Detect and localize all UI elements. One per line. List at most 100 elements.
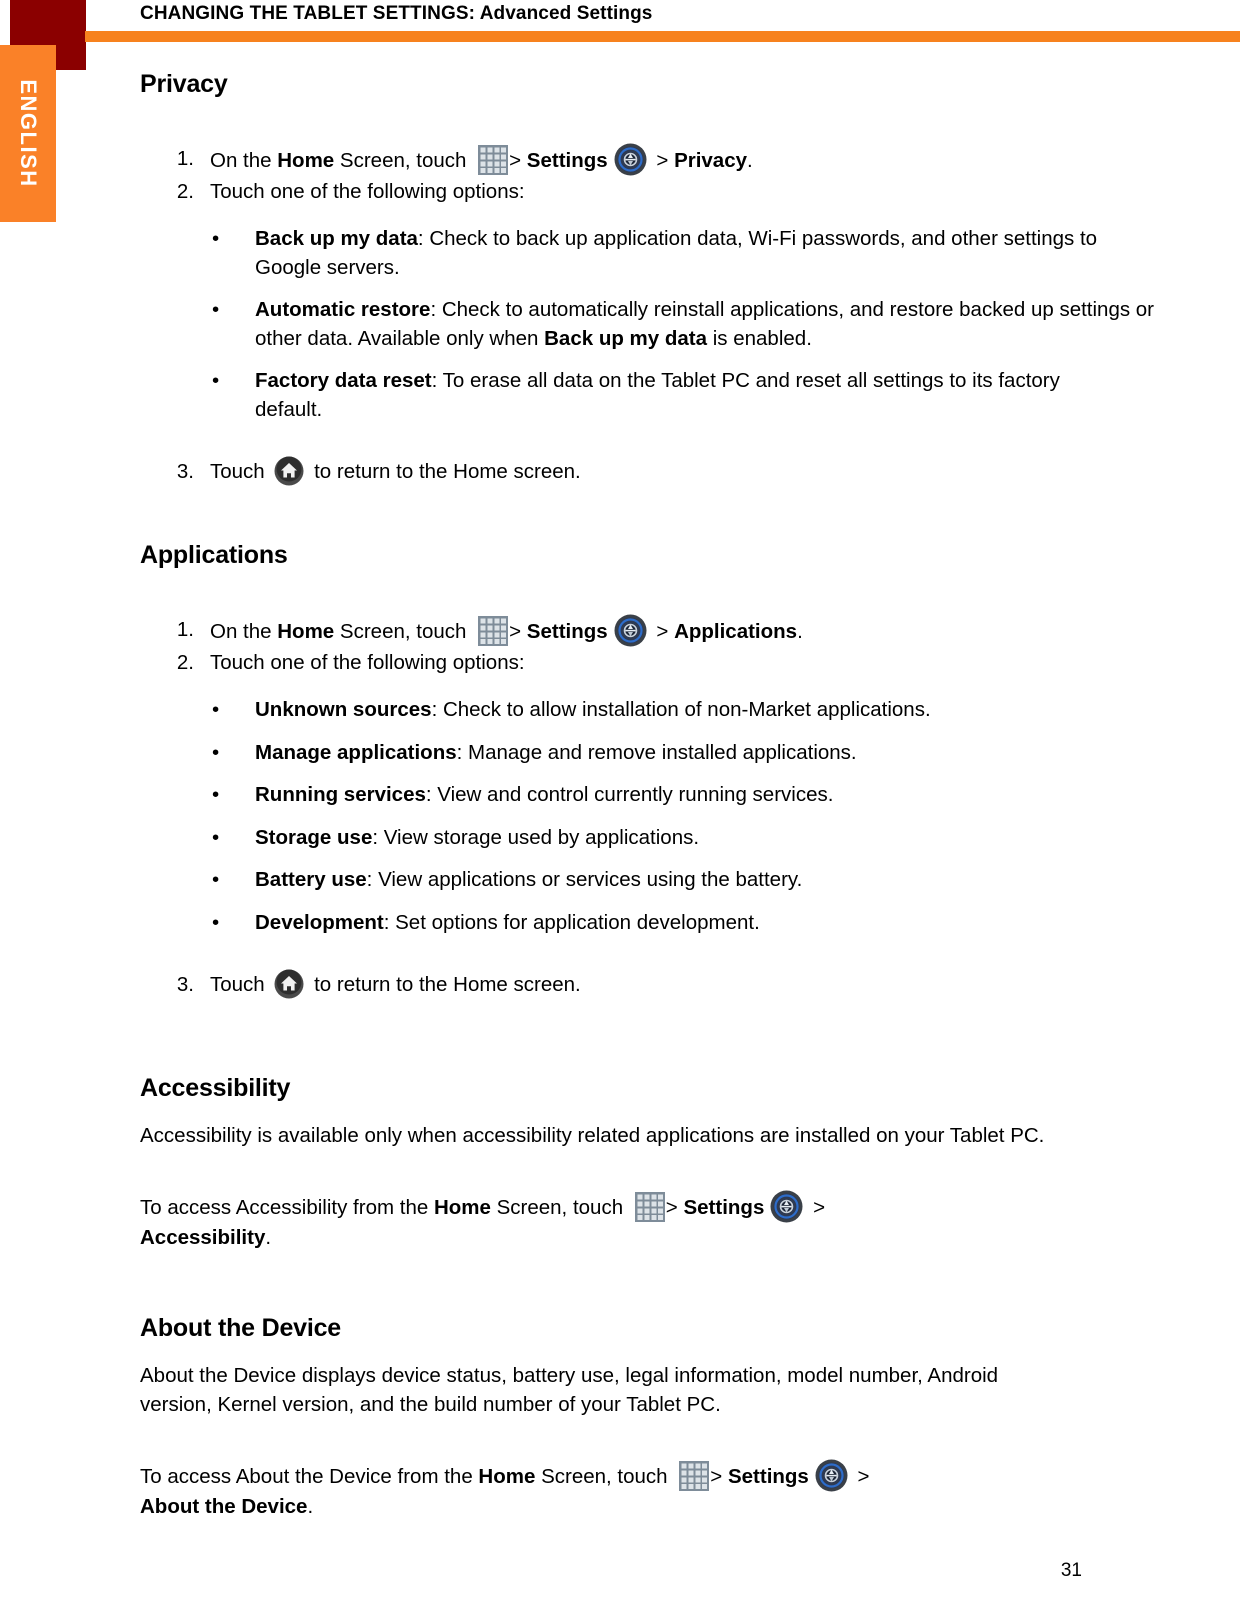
list-item: • Development: Set options for applicati… — [140, 909, 1080, 938]
privacy-options-list: • Back up my data: Check to back up appl… — [140, 225, 1154, 424]
access-text-home: Home — [433, 1196, 491, 1219]
bullet-icon: • — [212, 298, 220, 321]
language-tab: ENGLISH — [0, 45, 56, 222]
list-item: • Unknown sources: Check to allow instal… — [140, 696, 1080, 725]
privacy-final-step: 3. Touch to return to the Home screen. — [140, 456, 1080, 487]
privacy-step-2: 2. Touch one of the following options: — [140, 176, 1080, 207]
bullet-icon: • — [212, 783, 220, 806]
bullet-icon: • — [212, 227, 220, 250]
language-tab-label: ENGLISH — [16, 79, 41, 188]
accessibility-intro: Accessibility is available only when acc… — [140, 1124, 1045, 1147]
bullet-icon: • — [212, 698, 220, 721]
chevron-separator-1: > — [509, 620, 522, 643]
apps-grid-icon[interactable] — [478, 616, 509, 646]
chevron-separator-2: > — [656, 149, 669, 172]
option-description: : Check to allow installation of non-Mar… — [431, 698, 931, 721]
heading-privacy: Privacy — [140, 70, 228, 98]
list-item: • Storage use: View storage used by appl… — [140, 824, 1080, 853]
about-the-device-access-line: To access About the Device from the Home… — [140, 1459, 1045, 1521]
step-text-c: Screen, touch — [334, 149, 473, 172]
list-item: • Running services: View and control cur… — [140, 781, 1080, 810]
step-text: Touch one of the following options: — [210, 651, 525, 674]
bullet-icon: • — [212, 825, 220, 849]
step-text-pre: Touch — [210, 973, 271, 996]
chevron-separator-2: > — [656, 620, 669, 643]
applications-options-list: • Unknown sources: Check to allow instal… — [140, 696, 1080, 937]
accessibility-access-line: To access Accessibility from the Home Sc… — [140, 1190, 1040, 1252]
access-text-settings: Settings — [727, 1465, 809, 1488]
home-icon[interactable] — [274, 969, 304, 999]
access-text-settings: Settings — [683, 1196, 765, 1219]
option-term: Automatic restore — [255, 298, 431, 321]
chevron-separator-2: > — [857, 1465, 870, 1488]
settings-icon[interactable] — [614, 614, 647, 647]
list-item: • Manage applications: Manage and remove… — [140, 739, 1080, 768]
access-text-target: About the Device — [140, 1495, 308, 1518]
step-text-target: Privacy — [674, 149, 748, 172]
access-text-c: Screen, touch — [535, 1465, 674, 1488]
option-description-bold: Back up my data — [544, 326, 708, 350]
heading-accessibility: Accessibility — [140, 1074, 291, 1102]
access-text-end: . — [307, 1495, 314, 1518]
privacy-step-3: 3. Touch to return to the Home screen. — [140, 456, 1080, 487]
header-rule — [85, 31, 1240, 42]
access-text-end: . — [265, 1226, 272, 1249]
access-text-c: Screen, touch — [490, 1196, 629, 1219]
option-description-tail: is enabled. — [707, 326, 812, 350]
apps-grid-icon[interactable] — [634, 1192, 665, 1222]
applications-step-1: 1. On the Home Screen, touch > Settings … — [140, 614, 1080, 647]
option-term: Factory data reset — [255, 369, 432, 392]
option-term: Manage applications — [255, 740, 457, 764]
settings-icon[interactable] — [770, 1190, 803, 1223]
access-text-a: To access About the Device from the — [140, 1465, 479, 1488]
access-text-a: To access Accessibility from the — [140, 1196, 434, 1219]
settings-icon[interactable] — [815, 1459, 848, 1492]
list-item: • Back up my data: Check to back up appl… — [140, 225, 1115, 282]
step-text-c: Screen, touch — [334, 620, 473, 643]
step-number: 1. — [176, 147, 194, 170]
list-item: • Factory data reset: To erase all data … — [140, 367, 1115, 424]
option-term: Back up my data — [255, 227, 418, 250]
step-text-pre: Touch — [210, 460, 271, 483]
option-term: Development — [255, 910, 384, 934]
step-text-post: to return to the Home screen. — [314, 460, 581, 483]
page-content: Privacy 1. On the Home Screen, touch > S… — [140, 70, 1154, 1521]
step-text-end: . — [797, 620, 803, 643]
applications-step-2: 2. Touch one of the following options: — [140, 647, 1080, 678]
heading-applications: Applications — [140, 541, 288, 569]
privacy-step-1: 1. On the Home Screen, touch > Settings … — [140, 143, 1080, 176]
list-item: • Battery use: View applications or serv… — [140, 866, 1080, 895]
list-item: • Automatic restore: Check to automatica… — [140, 296, 1170, 353]
page-header-title: CHANGING THE TABLET SETTINGS: Advanced S… — [140, 3, 653, 24]
about-the-device-intro: About the Device displays device status,… — [140, 1364, 999, 1416]
bullet-icon: • — [212, 369, 220, 392]
step-number: 3. — [176, 973, 194, 996]
step-number: 2. — [176, 180, 194, 203]
option-description: : View storage used by applications. — [372, 825, 700, 849]
option-description: : Manage and remove installed applicatio… — [456, 740, 857, 764]
option-description: : Set options for application developmen… — [383, 910, 760, 934]
option-description: : View applications or services using th… — [366, 868, 803, 891]
step-text: Touch one of the following options: — [210, 180, 525, 203]
chevron-separator-2: > — [813, 1196, 826, 1219]
access-text-home: Home — [478, 1465, 536, 1488]
step-text-settings: Settings — [526, 149, 608, 172]
step-number: 1. — [176, 618, 194, 641]
step-text-a: On the — [210, 620, 278, 643]
apps-grid-icon[interactable] — [478, 145, 509, 175]
step-text-home: Home — [277, 620, 335, 643]
heading-about-the-device: About the Device — [140, 1314, 341, 1342]
step-text-target: Applications — [674, 620, 798, 643]
apps-grid-icon[interactable] — [679, 1461, 710, 1491]
step-text-post: to return to the Home screen. — [314, 973, 581, 996]
chevron-separator-1: > — [665, 1196, 678, 1219]
option-term: Running services — [255, 783, 426, 806]
privacy-steps: 1. On the Home Screen, touch > Settings … — [140, 143, 1080, 207]
settings-icon[interactable] — [614, 143, 647, 176]
step-text-settings: Settings — [526, 620, 608, 643]
access-text-target: Accessibility — [140, 1226, 266, 1249]
applications-step-3: 3. Touch to return to the Home screen. — [140, 969, 1080, 1000]
option-term: Battery use — [255, 868, 367, 891]
home-icon[interactable] — [274, 456, 304, 486]
step-text-home: Home — [277, 149, 335, 172]
